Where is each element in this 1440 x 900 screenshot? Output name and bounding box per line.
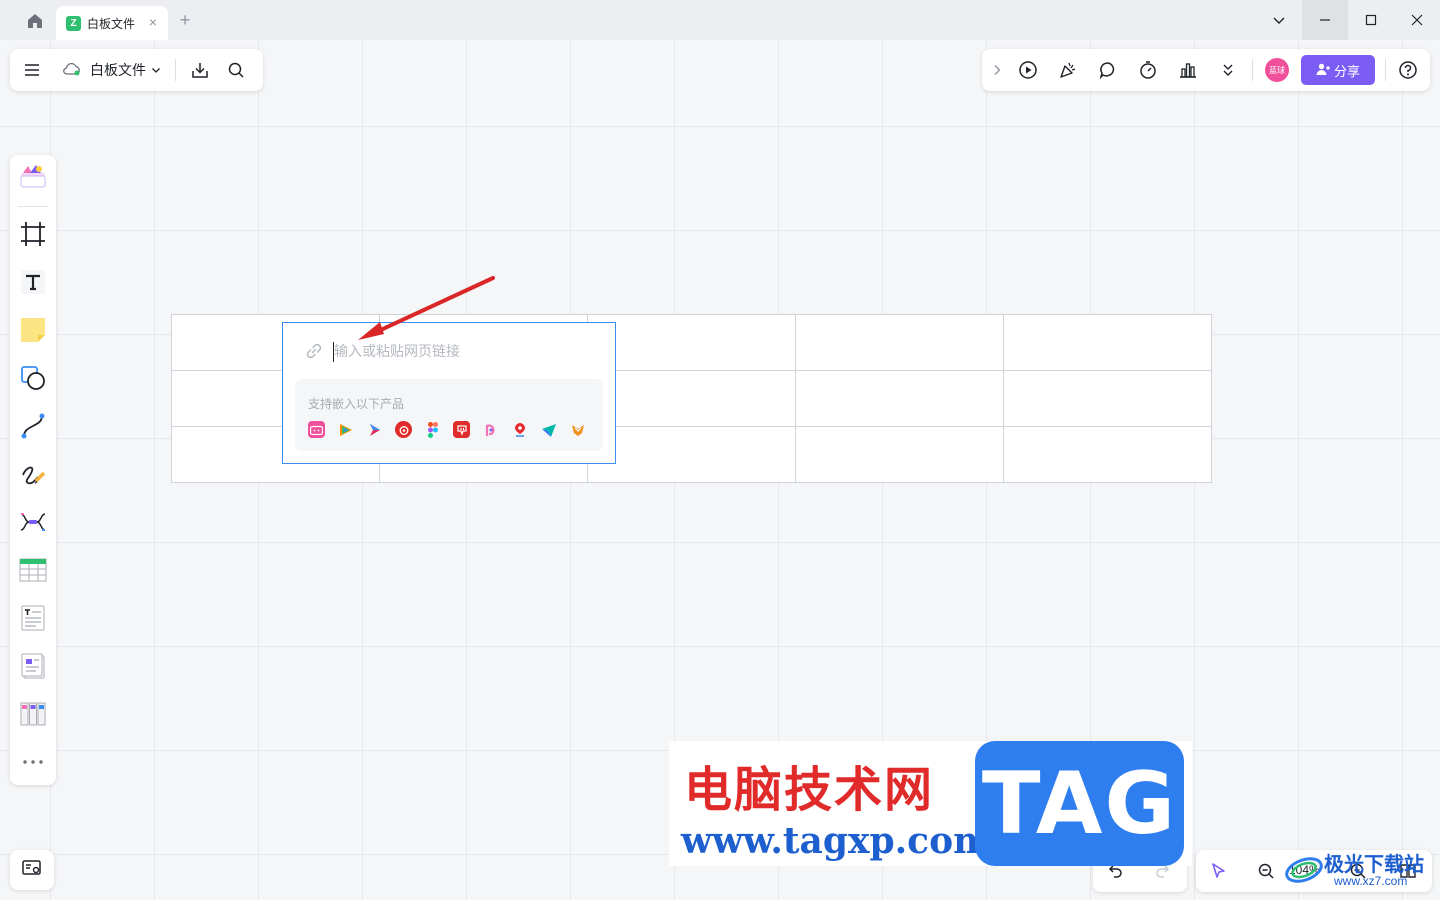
table-icon[interactable] — [17, 554, 49, 586]
map-view-icon — [22, 859, 42, 882]
table-cell[interactable] — [587, 314, 796, 371]
document-card-icon[interactable] — [17, 650, 49, 682]
add-user-icon — [1316, 62, 1330, 79]
toolbar-divider — [18, 206, 48, 207]
chevron-right-icon[interactable] — [985, 58, 1009, 82]
chevron-down-icon[interactable] — [1256, 0, 1302, 40]
maximize-window-button[interactable] — [1348, 0, 1394, 40]
app-logo-icon: Z — [66, 15, 81, 31]
new-tab-icon[interactable]: + — [176, 11, 194, 29]
watermark-site-name: 电脑技术网 — [684, 762, 935, 818]
pixso-icon — [482, 421, 499, 438]
table-cell[interactable] — [587, 370, 796, 427]
menu-icon[interactable] — [10, 49, 54, 91]
supported-products-list — [308, 421, 586, 438]
mastergo-icon — [569, 421, 586, 438]
document-name: 白板文件 — [90, 62, 146, 78]
minimap-button[interactable] — [10, 850, 54, 890]
minimize-window-button[interactable] — [1302, 0, 1348, 40]
shape-icon[interactable] — [17, 362, 49, 394]
text-card-icon[interactable] — [17, 602, 49, 634]
templates-icon[interactable] — [17, 161, 49, 193]
zoom-out-icon[interactable] — [1254, 859, 1278, 883]
presentation-play-icon[interactable] — [1016, 58, 1040, 82]
document-name-dropdown[interactable]: 白板文件 — [54, 49, 169, 91]
more-tools-icon[interactable] — [17, 746, 49, 778]
amap-icon — [511, 421, 528, 438]
table-cell[interactable] — [795, 426, 1004, 483]
watermark-secondary-url: www.xz7.com — [1334, 874, 1408, 888]
table-cell[interactable] — [1003, 370, 1212, 427]
watermark-secondary: 极光下载站 www.xz7.com — [1282, 846, 1440, 894]
share-button[interactable]: 分享 — [1301, 55, 1375, 85]
youku-icon — [366, 421, 383, 438]
tab-title: 白板文件 — [87, 16, 136, 31]
annotation-arrow-icon — [358, 276, 495, 340]
timer-icon[interactable] — [1136, 58, 1160, 82]
watermark-url: www.tagxp.com — [681, 820, 992, 862]
close-tab-icon[interactable]: × — [146, 15, 160, 29]
chevron-down-icon — [151, 62, 161, 78]
table-cell[interactable] — [795, 370, 1004, 427]
share-label: 分享 — [1333, 63, 1360, 79]
document-tab[interactable]: Z 白板文件 × — [56, 6, 168, 40]
toolbar-divider — [1385, 59, 1386, 81]
feishu-icon — [540, 421, 557, 438]
toolbar-divider — [175, 59, 176, 81]
mindmap-icon[interactable] — [17, 506, 49, 538]
avatar[interactable]: 蓝球 — [1265, 58, 1289, 82]
xiaohongshu-icon — [453, 421, 470, 438]
watermark-secondary-name: 极光下载站 — [1324, 852, 1424, 876]
home-icon[interactable] — [24, 10, 46, 32]
watermark-tag-logo: TAG — [975, 741, 1184, 866]
table-cell[interactable] — [795, 314, 1004, 371]
toolbar-divider — [1252, 59, 1253, 81]
select-cursor-icon[interactable] — [1206, 859, 1230, 883]
table-cell[interactable] — [587, 426, 796, 483]
vote-icon[interactable] — [1176, 58, 1200, 82]
text-icon[interactable] — [17, 266, 49, 298]
table-cell[interactable] — [1003, 426, 1212, 483]
supported-products-panel: 支持嵌入以下产品 — [295, 379, 603, 451]
bilibili-icon — [308, 421, 325, 438]
close-window-button[interactable] — [1394, 0, 1440, 40]
supported-products-title: 支持嵌入以下产品 — [308, 397, 405, 411]
frame-icon[interactable] — [17, 218, 49, 250]
search-icon[interactable] — [218, 49, 254, 91]
tencent-video-icon — [337, 421, 354, 438]
aurora-logo-icon — [1285, 857, 1323, 883]
cloud-sync-icon — [62, 62, 82, 79]
figma-icon — [424, 421, 441, 438]
title-bar: Z 白板文件 × + — [0, 0, 1440, 40]
pen-icon[interactable] — [17, 458, 49, 490]
netease-music-icon — [395, 421, 412, 438]
tools-sidebar — [10, 155, 56, 785]
download-icon[interactable] — [182, 49, 218, 91]
help-icon[interactable] — [1396, 58, 1420, 82]
celebrate-icon[interactable] — [1056, 58, 1080, 82]
link-icon — [305, 342, 323, 360]
sticky-note-icon[interactable] — [17, 314, 49, 346]
table-cell[interactable] — [1003, 314, 1212, 371]
comment-icon[interactable] — [1096, 58, 1120, 82]
file-toolbar: 白板文件 — [10, 49, 263, 91]
connector-icon[interactable] — [17, 410, 49, 442]
kanban-icon[interactable] — [17, 698, 49, 730]
expand-more-icon[interactable] — [1216, 58, 1240, 82]
collaboration-toolbar: 蓝球 分享 — [982, 49, 1430, 91]
